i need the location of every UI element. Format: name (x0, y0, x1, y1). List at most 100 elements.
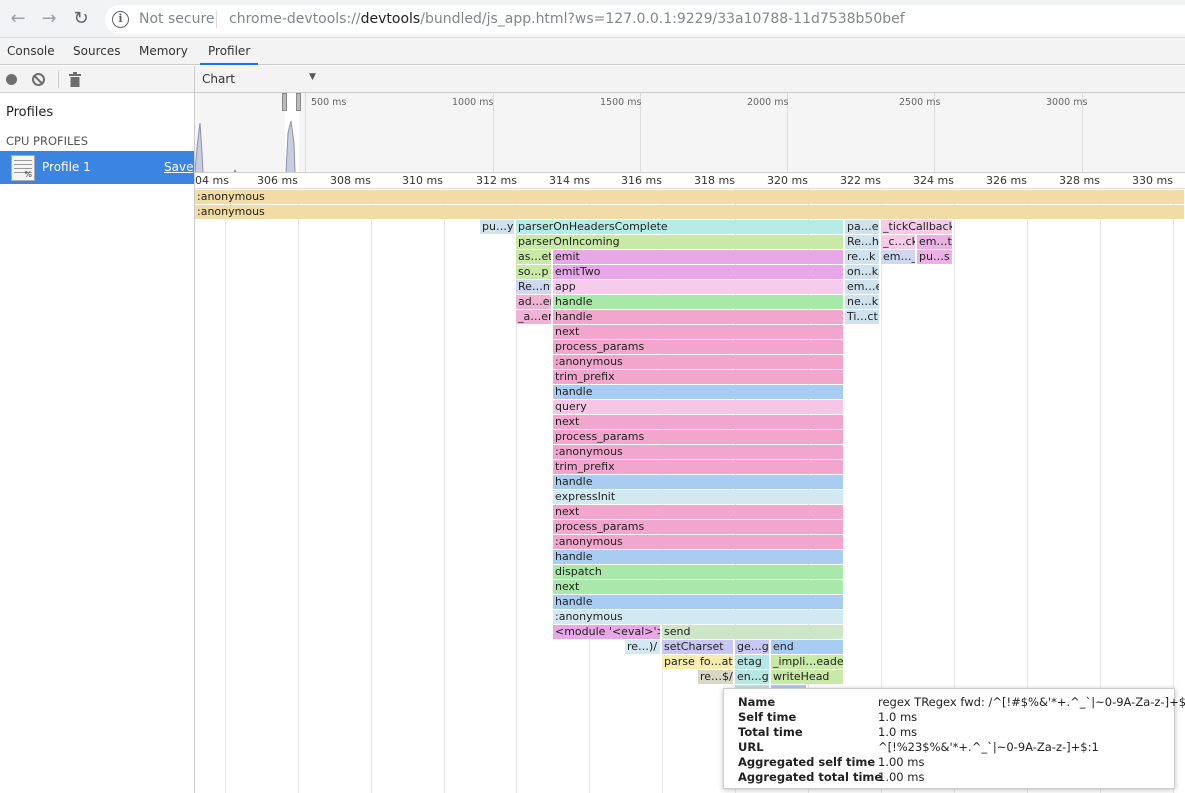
flame-bar[interactable]: handle (553, 550, 843, 564)
security-label: Not secure (139, 11, 215, 27)
flame-bar[interactable]: etag (735, 655, 769, 669)
flame-bar[interactable]: <module '<eval>'> (553, 625, 660, 639)
flame-bar[interactable]: re…)/ (625, 640, 660, 654)
flame-bar[interactable]: next (553, 415, 843, 429)
overview-label: 500 ms (311, 97, 347, 108)
flame-bar[interactable]: em…e (845, 280, 879, 294)
info-icon[interactable]: i (112, 11, 129, 28)
flame-bar[interactable]: Re…n (516, 280, 551, 294)
tab-sources[interactable]: Sources (73, 38, 120, 65)
profile-list-item[interactable]: % Profile 1 Save (0, 151, 194, 184)
url-text[interactable]: chrome-devtools://devtools/bundled/js_ap… (229, 11, 905, 27)
flame-bar[interactable]: :anonymous (553, 610, 843, 624)
flame-bar[interactable]: process_params (553, 520, 843, 534)
flame-bar[interactable]: ge…g (735, 640, 769, 654)
time-ruler: 04 ms 306 ms 308 ms 310 ms 312 ms 314 ms… (195, 173, 1185, 189)
tab-profiler[interactable]: Profiler (200, 38, 259, 65)
tab-memory[interactable]: Memory (139, 38, 188, 65)
tab-console[interactable]: Console (7, 38, 55, 65)
ruler-label: 328 ms (1059, 174, 1100, 187)
flame-bar[interactable]: handle (553, 295, 843, 309)
grid-line (444, 189, 445, 793)
profile-sheet-icon: % (11, 155, 35, 181)
ruler-label: 322 ms (840, 174, 881, 187)
flame-bar[interactable]: parserOnHeadersComplete (516, 220, 843, 234)
flame-bar[interactable]: handle (553, 385, 843, 399)
overview-label: 1500 ms (600, 97, 642, 108)
flame-bar[interactable]: emit (553, 250, 843, 264)
browser-toolbar: ← → ↻ i Not secure chrome-devtools://dev… (0, 0, 1185, 38)
flame-bar[interactable]: :anonymous (553, 445, 843, 459)
flame-bar[interactable]: parserOnIncoming (516, 235, 843, 249)
flame-bar[interactable]: next (553, 505, 843, 519)
ruler-label: 330 ms (1132, 174, 1173, 187)
flame-bar[interactable]: _c…ck (881, 235, 915, 249)
address-bar[interactable]: i Not secure chrome-devtools://devtools/… (105, 5, 1185, 34)
arrow-right-icon[interactable]: → (37, 7, 61, 31)
flame-bar[interactable]: process_params (553, 430, 843, 444)
flame-bar[interactable]: parse (662, 655, 697, 669)
flame-bar[interactable]: next (553, 580, 843, 594)
flame-bar[interactable]: end (771, 640, 843, 654)
flame-bar[interactable]: _impli…eader (771, 655, 843, 669)
flame-bar[interactable]: handle (553, 310, 843, 324)
flame-bar[interactable]: ad…er (516, 295, 551, 309)
save-link[interactable]: Save (164, 160, 193, 174)
flame-bar[interactable]: re…$/ (698, 670, 733, 684)
flame-bar[interactable]: so…p (516, 265, 551, 279)
tooltip-row-aggregated-total: Aggregated total time1.00 ms (738, 770, 925, 784)
flame-bar[interactable]: trim_prefix (553, 370, 843, 384)
flame-bar[interactable]: _a…er (516, 310, 551, 324)
flame-bar[interactable]: next (553, 325, 843, 339)
flame-bar[interactable]: setCharset (662, 640, 733, 654)
frame-tooltip: Name regex TRegex fwd: /^[!#$%&'*+.^_`|~0… (723, 688, 1185, 789)
trash-icon[interactable] (69, 72, 81, 87)
timeline-overview[interactable]: 500 ms 1000 ms 1500 ms 2000 ms 2500 ms 3… (195, 93, 1185, 173)
flame-bar[interactable]: :anonymous (553, 355, 843, 369)
ruler-label: 312 ms (476, 174, 517, 187)
grid-line (298, 189, 299, 793)
flame-bar[interactable]: en…g (735, 670, 769, 684)
flame-bar[interactable]: expressInit (553, 490, 843, 504)
flame-bar[interactable]: query (553, 400, 843, 414)
flame-bar[interactable]: _tickCallback (881, 220, 952, 234)
flame-bar[interactable]: send (662, 625, 843, 639)
flame-bar[interactable]: pu…y (480, 220, 514, 234)
clear-icon[interactable] (32, 73, 45, 86)
url-scheme: chrome-devtools:// (229, 11, 361, 27)
flame-bar[interactable]: handle (553, 475, 843, 489)
flame-bar[interactable]: app (553, 280, 843, 294)
flame-bar[interactable]: :anonymous (195, 190, 1184, 204)
flame-bar[interactable]: pa…e (845, 220, 879, 234)
flame-bar[interactable]: handle (553, 595, 843, 609)
ruler-label: 04 ms (195, 174, 229, 187)
profiles-title: Profiles (6, 105, 54, 120)
flame-bar[interactable]: :anonymous (195, 205, 1184, 219)
flame-bar[interactable]: fo…at (698, 655, 733, 669)
chevron-down-icon[interactable]: ▼ (309, 72, 316, 82)
flame-bar[interactable]: Re…h (845, 235, 879, 249)
flame-bar[interactable]: trim_prefix (553, 460, 843, 474)
flame-bar[interactable]: em…_ (881, 250, 915, 264)
flame-bar[interactable]: dispatch (553, 565, 843, 579)
flame-bar[interactable]: on…k (845, 265, 879, 279)
record-icon[interactable] (6, 74, 17, 85)
flame-bar[interactable]: pu…s (917, 250, 952, 264)
ruler-label: 306 ms (257, 174, 298, 187)
flame-bar[interactable]: re…k (845, 250, 879, 264)
grid-line (225, 189, 226, 793)
reload-icon[interactable]: ↻ (69, 7, 93, 31)
flame-bar[interactable]: as…et (516, 250, 551, 264)
flame-bar[interactable]: ne…k (845, 295, 879, 309)
arrow-left-icon[interactable]: ← (6, 7, 30, 31)
overview-tick (305, 93, 306, 172)
flame-bar[interactable]: process_params (553, 340, 843, 354)
flame-bar[interactable]: writeHead (771, 670, 843, 684)
flame-bar[interactable]: em…t (917, 235, 952, 249)
flame-bar[interactable]: :anonymous (553, 535, 843, 549)
ruler-label: 318 ms (694, 174, 735, 187)
tooltip-row-aggregated-self: Aggregated self time 1.00 ms (738, 755, 925, 769)
flame-bar[interactable]: Ti…ct (845, 310, 879, 324)
flame-bar[interactable]: emitTwo (553, 265, 843, 279)
view-mode-select[interactable]: Chart (202, 72, 235, 86)
